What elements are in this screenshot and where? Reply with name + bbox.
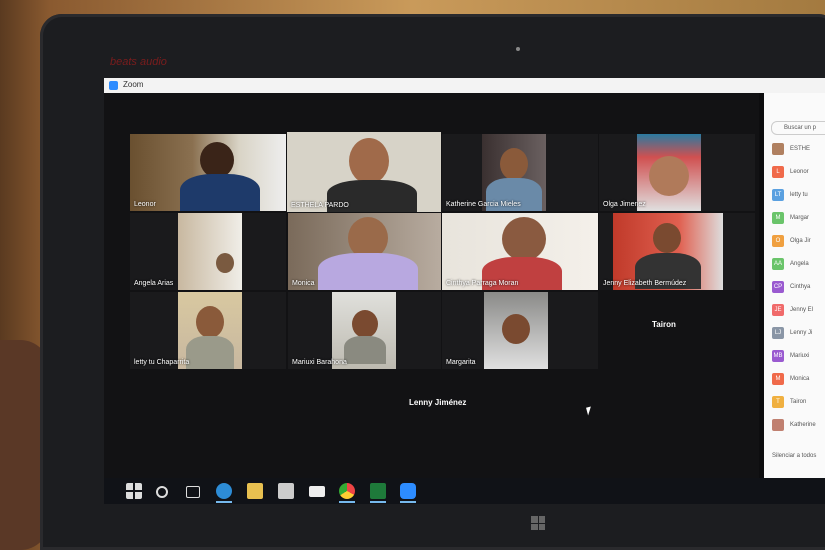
excel-icon[interactable] xyxy=(370,483,386,503)
participant-list-name: Leonor xyxy=(790,169,809,175)
start-icon[interactable] xyxy=(126,483,142,499)
participant-list-name: Katherine xyxy=(790,422,816,428)
mail-icon[interactable] xyxy=(309,486,325,497)
video-tile[interactable]: Katherine Garcia Mieles xyxy=(442,134,598,211)
camera-dot xyxy=(516,47,520,51)
video-tile-active[interactable]: ESTHELA PARDO xyxy=(287,132,441,212)
participant-name: Cinthya Parraga Moran xyxy=(446,280,519,287)
participant-list-name: Jenny El xyxy=(790,307,814,313)
avatar: T xyxy=(772,396,784,408)
participant-name: Jenny Elizabeth Bermúdez xyxy=(603,280,687,287)
taskbar xyxy=(104,478,825,504)
video-tile[interactable]: Leonor xyxy=(130,134,286,211)
avatar xyxy=(772,143,784,155)
participant-list-name: Lenny Ji xyxy=(790,330,813,336)
participant-name-no-video: Lenny Jiménez xyxy=(409,398,467,407)
participant-name: Margarita xyxy=(446,359,476,366)
participant-name-no-video: Tairon xyxy=(652,320,676,329)
participant-list-name: Monica xyxy=(790,376,810,382)
zoom-icon xyxy=(109,81,118,90)
edge-icon[interactable] xyxy=(216,483,232,503)
avatar xyxy=(772,419,784,431)
store-icon[interactable] xyxy=(278,483,294,499)
participant-list-name: Cinthya xyxy=(790,284,811,290)
participant-list-name: Olga Jir xyxy=(790,238,811,244)
avatar: CP xyxy=(772,281,784,293)
participant-list-name: Tairon xyxy=(790,399,807,405)
mute-all-button[interactable]: Silenciar a todos xyxy=(772,453,816,459)
windows-logo xyxy=(531,516,545,530)
participant-list-name: Mariuxi xyxy=(790,353,810,359)
video-tile[interactable]: Mariuxi Barahona xyxy=(288,292,441,369)
file-explorer-icon[interactable] xyxy=(247,483,263,499)
avatar: M xyxy=(772,212,784,224)
video-tile[interactable]: Margarita xyxy=(442,292,598,369)
video-gallery: Leonor ESTHELA PARDO Katherine Garcia Mi… xyxy=(104,93,759,478)
window-title: Zoom xyxy=(123,80,144,89)
search-icon[interactable] xyxy=(156,486,168,498)
avatar: LT xyxy=(772,189,784,201)
participant-name: Mariuxi Barahona xyxy=(292,359,347,366)
participant-list-name: Angela xyxy=(790,261,809,267)
avatar: O xyxy=(772,235,784,247)
task-view-icon[interactable] xyxy=(186,486,200,498)
video-tile[interactable]: Jenny Elizabeth Bermúdez xyxy=(599,213,755,290)
avatar: L xyxy=(772,166,784,178)
video-tile[interactable]: Cinthya Parraga Moran xyxy=(442,213,598,290)
participant-name: Monica xyxy=(292,280,315,287)
participant-list-name: letty tu xyxy=(790,192,808,198)
avatar: M xyxy=(772,373,784,385)
video-tile[interactable]: Olga Jimenez xyxy=(599,134,755,211)
avatar: LJ xyxy=(772,327,784,339)
participants-panel: Buscar un p ESTHE L Leonor LT letty tu M Ma… xyxy=(764,93,825,478)
participant-name: Leonor xyxy=(134,201,156,208)
brand-logo: beats audio xyxy=(110,56,167,68)
video-tile[interactable]: Angela Arias xyxy=(130,213,286,290)
participants-search-input[interactable]: Buscar un p xyxy=(771,121,825,135)
zoom-taskbar-icon[interactable] xyxy=(400,483,416,503)
participant-list-name: Margar xyxy=(790,215,810,221)
chrome-icon[interactable] xyxy=(339,483,355,503)
laptop-screen: Zoom Leonor ESTHELA PARDO Katherine Garc… xyxy=(104,78,825,504)
participant-name: letty tu Chaparrita xyxy=(134,359,190,366)
video-tile[interactable]: Monica xyxy=(288,213,441,290)
video-tile[interactable]: letty tu Chaparrita xyxy=(130,292,286,369)
participant-list-name: ESTHE xyxy=(790,146,811,152)
avatar: MB xyxy=(772,350,784,362)
participant-name: ESTHELA PARDO xyxy=(291,202,349,209)
window-titlebar: Zoom xyxy=(104,78,825,93)
participant-name: Olga Jimenez xyxy=(603,201,646,208)
avatar: JE xyxy=(772,304,784,316)
avatar: AA xyxy=(772,258,784,270)
participant-name: Angela Arias xyxy=(134,280,174,287)
participant-name: Katherine Garcia Mieles xyxy=(446,201,521,208)
